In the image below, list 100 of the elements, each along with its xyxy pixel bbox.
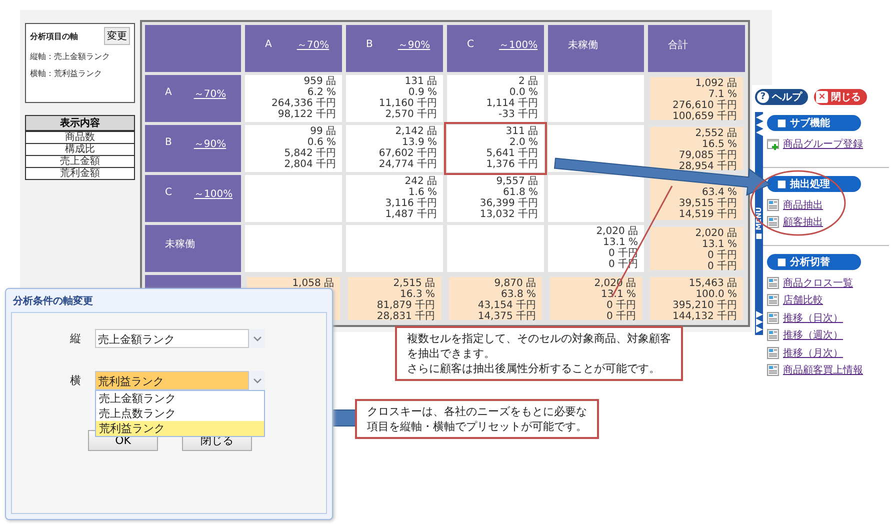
cell-value: 98,122 千円 — [278, 109, 336, 120]
chevron-icon — [252, 336, 262, 342]
window-icon — [767, 364, 779, 376]
cell-value: 16.5 % — [702, 139, 737, 150]
dropdown-button[interactable] — [249, 329, 265, 348]
expand-arrows-icon — [756, 310, 762, 333]
window-icon — [767, 216, 779, 228]
cell-value: 28,831 千円 — [376, 311, 435, 322]
cell-value: 100.0 % — [696, 289, 737, 300]
cell-value: 7.1 % — [708, 89, 737, 100]
table-cell: 構成比 — [26, 143, 134, 155]
cell-value: 2,142 品 — [395, 126, 437, 137]
cell-value: 2 品 — [518, 76, 538, 87]
cell-value: 2,804 千円 — [284, 159, 336, 170]
window-icon — [767, 346, 779, 359]
rank-link[interactable]: ～90% — [194, 137, 226, 151]
cell-value: 959 品 — [304, 76, 336, 87]
cell-value: 0 千円 — [707, 261, 737, 272]
section-header: ■ 抽出処理 — [767, 176, 861, 192]
cell-value: 67,602 千円 — [378, 148, 437, 159]
callout-text: クロスキーは、各社のニーズをもとに必要な 項目を縦軸・横軸でプリセットが可能です。 — [355, 399, 599, 439]
cell-value: 144,132 千円 — [672, 311, 737, 322]
menu-link[interactable]: 商品抽出 — [783, 198, 823, 212]
cell-value: 13.1 % — [702, 239, 737, 250]
cell-value: 13.1 % — [603, 237, 638, 248]
cell-value: 0 千円 — [606, 300, 636, 311]
rank-link[interactable]: ～100% — [194, 187, 233, 201]
cell-value: 79,085 千円 — [678, 150, 737, 161]
cell-value: 63.8 % — [501, 289, 536, 300]
menu-link[interactable]: 推移（日次） — [783, 310, 843, 325]
menu-link[interactable]: 推移（週次） — [783, 328, 843, 342]
cell-value: 2,020 品 — [695, 228, 737, 239]
rank-link[interactable]: ～70% — [296, 38, 330, 52]
cell-value: 0.0 % — [509, 87, 538, 98]
cell-value: 81,879 千円 — [376, 300, 435, 311]
cell-value: 2,515 品 — [393, 278, 435, 289]
header-label: C — [165, 187, 172, 198]
header-label: B — [165, 137, 172, 148]
window-icon — [767, 294, 779, 306]
select-field[interactable]: 荒利益ランク — [95, 371, 249, 390]
dropdown-option[interactable]: 荒利益ランク — [96, 421, 264, 436]
callout-text: 複数セルを指定して、そのセルの対象商品、対象顧客 を抽出できます。 さらに顧客は抽出後属性分析することが可能です。 — [395, 326, 683, 381]
cell-value: 0.9 % — [408, 87, 437, 98]
cell-value: 2,570 千円 — [385, 109, 437, 120]
menu-link[interactable]: 顧客抽出 — [783, 215, 823, 230]
cell-value: 14,519 千円 — [678, 209, 737, 220]
axis-label: 横軸：荒利益ランク — [30, 68, 103, 79]
cell-value: 0 千円 — [707, 250, 737, 261]
dropdown-option[interactable]: 売上点数ランク — [96, 406, 264, 421]
header-label: A — [265, 39, 272, 50]
dropdown-option[interactable]: 売上金額ランク — [96, 391, 264, 406]
cell-value: 1,487 千円 — [385, 209, 437, 220]
cell-value: 99 品 — [310, 126, 336, 137]
cell-value: 2.0 % — [509, 137, 538, 148]
menu-link[interactable]: 店舗比較 — [783, 293, 823, 308]
cell-value: 11,160 千円 — [378, 98, 437, 109]
cell-value: 13,032 千円 — [480, 209, 538, 220]
header-label: 未稼働 — [165, 238, 195, 251]
close-button[interactable]: × 閉じる — [814, 89, 867, 105]
cell-value: 9,557 品 — [496, 176, 538, 187]
cell-value: 2,552 品 — [695, 128, 737, 139]
menu-link[interactable]: 商品クロス一覧 — [783, 276, 853, 290]
cell-value: 5,842 千円 — [284, 148, 336, 159]
menu-link[interactable]: 商品グループ登録 — [783, 136, 863, 151]
cell-value: 63.4 % — [702, 187, 737, 198]
cell-value: 15,463 品 — [688, 278, 737, 289]
cell-value: 36,399 千円 — [480, 198, 538, 209]
table-cell: 商品数 — [26, 131, 134, 143]
rank-link[interactable]: ～100% — [498, 38, 538, 52]
add-window-icon — [767, 138, 779, 150]
cell-value: 311 品 — [506, 126, 538, 137]
cell-value: 16.3 % — [400, 289, 435, 300]
cell-value: 39,515 千円 — [678, 198, 737, 209]
header-label: B — [366, 39, 373, 50]
cell-value: 1,376 千円 — [486, 159, 538, 170]
cell-value: 276,610 千円 — [672, 100, 737, 111]
menu-link[interactable]: 推移（月次） — [783, 346, 843, 360]
change-button[interactable]: 変更 — [104, 27, 130, 45]
cell-value: 395,210 千円 — [672, 300, 737, 311]
cell-value: 24,774 千円 — [378, 159, 437, 170]
cell-value: 1,058 品 — [292, 278, 334, 289]
cell-value: 242 品 — [404, 176, 437, 187]
window-icon — [767, 198, 779, 211]
menu-link[interactable]: 商品顧客買上情報 — [783, 363, 863, 378]
cell-value: 0 千円 — [606, 311, 636, 322]
dropdown-button[interactable] — [249, 371, 265, 390]
rank-link[interactable]: ～70% — [194, 87, 226, 101]
section-header: ■ 分析切替 — [767, 254, 861, 270]
cell-value: 1,114 千円 — [486, 98, 538, 109]
table-cell: 荒利金額 — [26, 167, 134, 179]
window-icon — [767, 276, 779, 289]
help-button[interactable]: ? ヘルプ — [755, 89, 808, 105]
header-label: A — [165, 87, 172, 98]
rank-link[interactable]: ～90% — [398, 38, 430, 52]
cell-value: 61.8 % — [503, 187, 538, 198]
cell-value: -33 千円 — [498, 109, 538, 120]
cell-value: 5,641 千円 — [486, 148, 538, 159]
cell-value: 2,020 品 — [596, 226, 638, 237]
select-field[interactable]: 売上金額ランク — [95, 329, 249, 348]
cell-value: 13.9 % — [402, 137, 437, 148]
